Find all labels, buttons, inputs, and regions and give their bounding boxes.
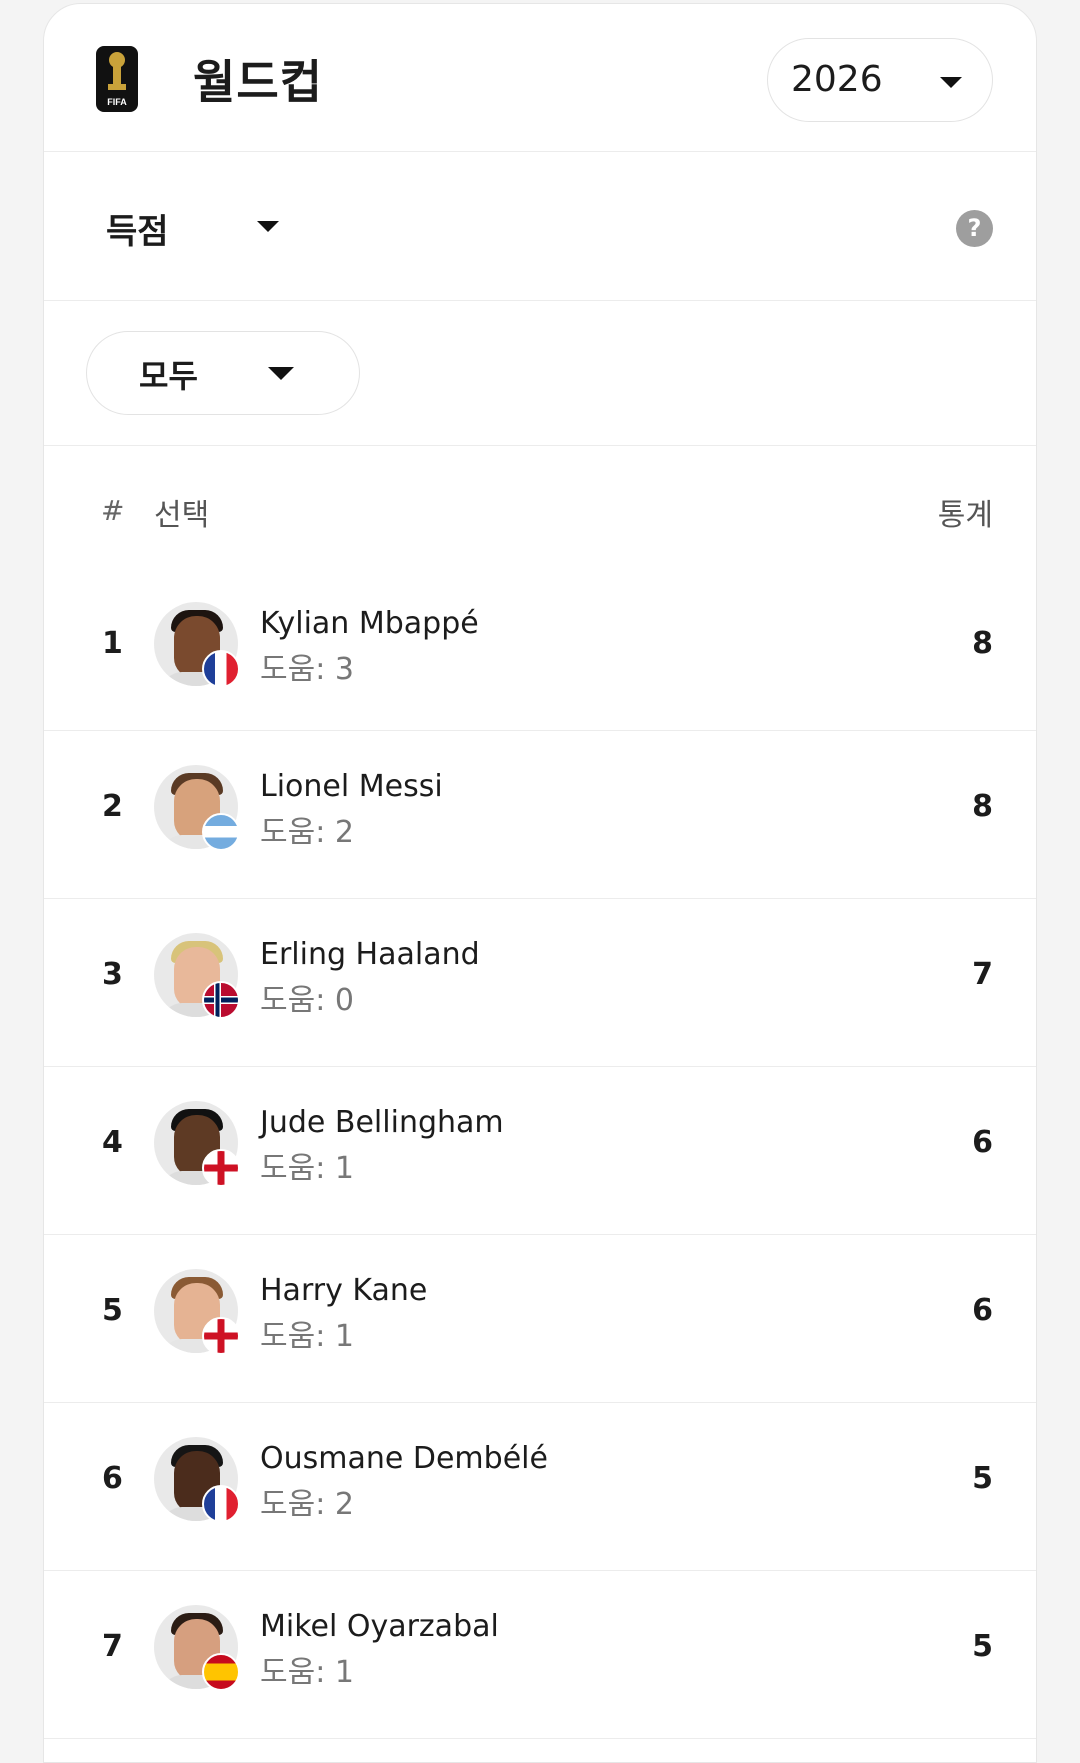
player-assists: 도움: 3 (260, 652, 354, 687)
row-rank: 1 (102, 626, 123, 661)
stat-type-select[interactable]: 득점 (106, 204, 169, 253)
player-list: 1 Kylian Mbappé 도움: 3 8 2 Lionel Messi 도… (44, 558, 1036, 1739)
player-name[interactable]: Erling Haaland (260, 937, 480, 972)
argentina-flag-icon (202, 813, 240, 851)
france-flag-icon (202, 1485, 240, 1523)
table-row[interactable]: 1 Kylian Mbappé 도움: 3 8 (44, 558, 1036, 731)
avatar (154, 1101, 240, 1187)
table-header: # 선택 통계 (44, 446, 1036, 558)
player-assists: 도움: 2 (260, 1487, 354, 1522)
filter-row: 모두 (44, 301, 1036, 446)
row-rank: 2 (102, 789, 123, 824)
norway-flag-icon (202, 981, 240, 1019)
player-assists: 도움: 1 (260, 1319, 354, 1354)
stat-type-row: 득점 ? (44, 152, 1036, 301)
team-filter-select[interactable]: 모두 (86, 331, 360, 415)
table-row[interactable]: 7 Mikel Oyarzabal 도움: 1 5 (44, 1571, 1036, 1739)
column-player: 선택 (154, 498, 210, 533)
player-assists: 도움: 1 (260, 1151, 354, 1186)
row-rank: 5 (102, 1293, 123, 1328)
england-flag-icon (202, 1317, 240, 1355)
player-name[interactable]: Kylian Mbappé (260, 606, 479, 641)
table-row[interactable]: 4 Jude Bellingham 도움: 1 6 (44, 1067, 1036, 1235)
player-name[interactable]: Lionel Messi (260, 769, 443, 804)
help-icon[interactable]: ? (956, 210, 993, 247)
avatar (154, 1437, 240, 1523)
world-cup-logo: FIFA (96, 46, 138, 112)
player-name[interactable]: Harry Kane (260, 1273, 427, 1308)
player-name[interactable]: Jude Bellingham (260, 1105, 504, 1140)
row-rank: 7 (102, 1629, 123, 1664)
stat-value: 5 (972, 1629, 993, 1664)
stat-value: 6 (972, 1125, 993, 1160)
avatar (154, 1269, 240, 1355)
england-flag-icon (202, 1149, 240, 1187)
filter-value: 모두 (139, 357, 198, 395)
player-name[interactable]: Mikel Oyarzabal (260, 1609, 499, 1644)
avatar (154, 933, 240, 1019)
row-rank: 3 (102, 957, 123, 992)
chevron-down-icon (268, 367, 294, 380)
table-row[interactable]: 5 Harry Kane 도움: 1 6 (44, 1235, 1036, 1403)
player-name[interactable]: Ousmane Dembélé (260, 1441, 548, 1476)
season-value: 2026 (791, 59, 883, 100)
stat-value: 6 (972, 1293, 993, 1328)
stat-value: 5 (972, 1461, 993, 1496)
player-assists: 도움: 0 (260, 983, 354, 1018)
chevron-down-icon[interactable] (257, 221, 279, 232)
row-rank: 6 (102, 1461, 123, 1496)
france-flag-icon (202, 650, 240, 688)
top-scorers-card: FIFA 월드컵 2026 득점 ? 모두 # 선택 통계 1 Kylian M… (43, 3, 1037, 1763)
player-assists: 도움: 2 (260, 815, 354, 850)
table-row[interactable]: 2 Lionel Messi 도움: 2 8 (44, 731, 1036, 899)
avatar (154, 602, 240, 688)
column-stat: 통계 (937, 498, 993, 533)
header: FIFA 월드컵 2026 (44, 4, 1036, 152)
avatar (154, 1605, 240, 1691)
stat-value: 8 (972, 789, 993, 824)
spain-flag-icon (202, 1653, 240, 1691)
competition-title: 월드컵 (193, 55, 323, 109)
table-row[interactable]: 6 Ousmane Dembélé 도움: 2 5 (44, 1403, 1036, 1571)
chevron-down-icon (940, 77, 962, 88)
avatar (154, 765, 240, 851)
stat-value: 8 (972, 626, 993, 661)
player-assists: 도움: 1 (260, 1655, 354, 1690)
season-select[interactable]: 2026 (767, 38, 993, 122)
row-rank: 4 (102, 1125, 123, 1160)
table-row[interactable]: 3 Erling Haaland 도움: 0 7 (44, 899, 1036, 1067)
stat-value: 7 (972, 957, 993, 992)
logo-text: FIFA (107, 97, 127, 107)
column-rank: # (101, 494, 125, 527)
